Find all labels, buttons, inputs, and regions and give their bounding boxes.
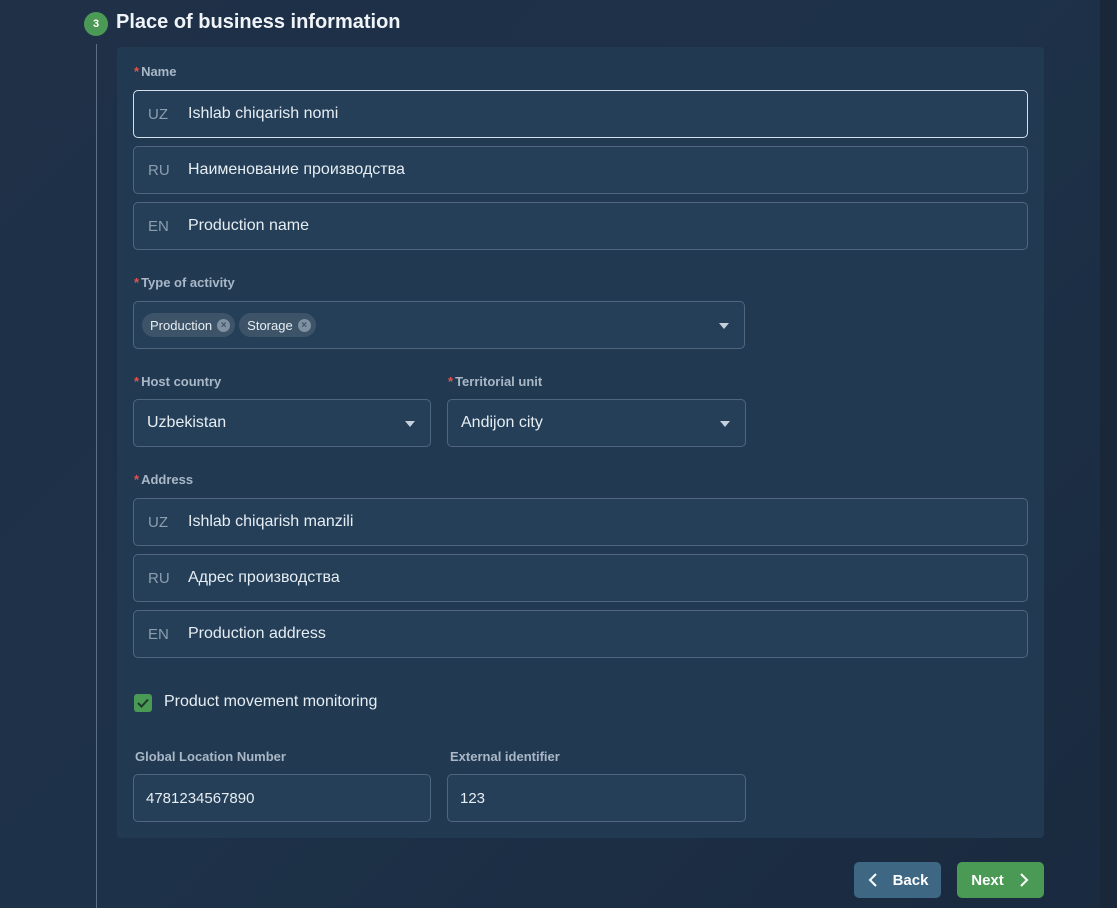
chip-label: Storage bbox=[247, 317, 293, 333]
back-button-label: Back bbox=[892, 871, 929, 889]
step-connector-line bbox=[96, 44, 97, 908]
chevron-right-icon bbox=[1020, 873, 1029, 887]
back-button[interactable]: Back bbox=[854, 862, 941, 898]
address-en-input[interactable]: EN Production address bbox=[133, 610, 1028, 658]
activity-chip: Storage × bbox=[239, 313, 316, 337]
lang-prefix: EN bbox=[148, 625, 169, 643]
address-ru-input[interactable]: RU Адрес производства bbox=[133, 554, 1028, 602]
gln-label: Global Location Number bbox=[135, 749, 286, 764]
lang-prefix: RU bbox=[148, 569, 170, 587]
lang-prefix: RU bbox=[148, 161, 170, 179]
input-value: Адрес производства bbox=[188, 569, 340, 586]
chevron-down-icon[interactable] bbox=[720, 421, 730, 427]
required-mark: * bbox=[134, 64, 140, 79]
scrollbar-track[interactable] bbox=[1100, 0, 1117, 908]
lang-prefix: UZ bbox=[148, 513, 168, 531]
next-button-label: Next bbox=[971, 871, 1004, 889]
address-uz-input[interactable]: UZ Ishlab chiqarish manzili bbox=[133, 498, 1028, 546]
external-id-label: External identifier bbox=[450, 749, 560, 764]
checkmark-icon bbox=[137, 698, 149, 708]
next-button[interactable]: Next bbox=[957, 862, 1044, 898]
input-value: Ishlab chiqarish manzili bbox=[188, 513, 354, 530]
select-value: Andijon city bbox=[461, 414, 543, 431]
name-label: * Name bbox=[134, 64, 176, 79]
input-value: Наименование производства bbox=[188, 161, 405, 178]
name-uz-input[interactable]: UZ Ishlab chiqarish nomi bbox=[133, 90, 1028, 138]
chip-remove-icon[interactable]: × bbox=[217, 318, 231, 332]
gln-input[interactable]: 4781234567890 bbox=[133, 774, 431, 822]
required-mark: * bbox=[134, 472, 140, 487]
address-label: * Address bbox=[134, 472, 193, 487]
step-number-badge: 3 bbox=[84, 12, 108, 36]
host-country-label-text: Host country bbox=[141, 374, 222, 389]
chevron-left-icon bbox=[868, 873, 877, 887]
required-mark: * bbox=[134, 374, 140, 389]
chip-remove-icon[interactable]: × bbox=[297, 318, 311, 332]
input-value: Ishlab chiqarish nomi bbox=[188, 105, 339, 122]
section-title: Place of business information bbox=[116, 11, 401, 33]
chip-label: Production bbox=[150, 317, 213, 333]
name-label-text: Name bbox=[141, 64, 177, 79]
name-en-input[interactable]: EN Production name bbox=[133, 202, 1028, 250]
activity-label-text: Type of activity bbox=[141, 275, 235, 290]
input-value: 123 bbox=[460, 789, 486, 807]
territorial-unit-label-text: Territorial unit bbox=[455, 374, 543, 389]
activity-label: * Type of activity bbox=[134, 275, 235, 290]
input-value: Production name bbox=[188, 217, 309, 234]
activity-chip: Production × bbox=[142, 313, 236, 337]
monitoring-checkbox[interactable] bbox=[134, 694, 152, 712]
host-country-label: * Host country bbox=[134, 374, 221, 389]
host-country-select[interactable]: Uzbekistan bbox=[133, 399, 431, 447]
name-ru-input[interactable]: RU Наименование производства bbox=[133, 146, 1028, 194]
lang-prefix: UZ bbox=[148, 105, 168, 123]
monitoring-label: Product movement monitoring bbox=[164, 693, 378, 710]
activity-multiselect[interactable]: Production × Storage × bbox=[133, 301, 745, 349]
lang-prefix: EN bbox=[148, 217, 169, 235]
external-id-input[interactable]: 123 bbox=[447, 774, 746, 822]
territorial-unit-label: * Territorial unit bbox=[448, 374, 542, 389]
select-value: Uzbekistan bbox=[147, 414, 227, 431]
required-mark: * bbox=[134, 275, 140, 290]
territorial-unit-select[interactable]: Andijon city bbox=[447, 399, 746, 447]
input-value: 4781234567890 bbox=[146, 789, 255, 807]
address-label-text: Address bbox=[141, 472, 194, 487]
input-value: Production address bbox=[188, 625, 326, 642]
chevron-down-icon[interactable] bbox=[405, 421, 415, 427]
chevron-down-icon[interactable] bbox=[719, 323, 729, 329]
required-mark: * bbox=[448, 374, 454, 389]
